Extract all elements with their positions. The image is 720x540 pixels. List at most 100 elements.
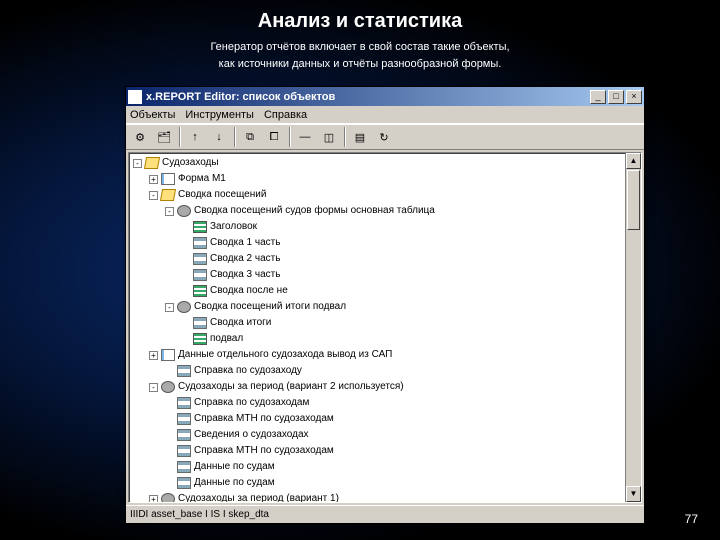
- toolbar-button-5[interactable]: ⧠: [263, 127, 285, 147]
- tree-node[interactable]: Данные по судам: [133, 459, 641, 475]
- tree-node[interactable]: Сводка 3 часть: [133, 267, 641, 283]
- tree-node[interactable]: - Судозаходы: [133, 155, 641, 171]
- doc-icon: [161, 349, 175, 361]
- collapse-icon[interactable]: -: [165, 303, 174, 312]
- scroll-up-icon[interactable]: ▲: [626, 153, 641, 169]
- tree-spacer: [165, 463, 174, 472]
- grid-icon: [177, 461, 191, 473]
- titlebar[interactable]: x.REPORT Editor: список объектов _ □ ×: [126, 87, 644, 106]
- tree-spacer: [181, 319, 190, 328]
- tree-node-label: Данные по судам: [194, 475, 275, 491]
- minimize-button[interactable]: _: [590, 90, 606, 104]
- tree-node[interactable]: + Данные отдельного судозахода вывод из С…: [133, 347, 641, 363]
- tree-node[interactable]: Сводка после не: [133, 283, 641, 299]
- toolbar-button-7[interactable]: ◫: [318, 127, 340, 147]
- collapse-icon[interactable]: -: [149, 191, 158, 200]
- tree-node-label: Заголовок: [210, 219, 257, 235]
- tree-spacer: [181, 223, 190, 232]
- tree-node[interactable]: -Сводка посещений: [133, 187, 641, 203]
- menu-tools[interactable]: Инструменты: [185, 109, 254, 121]
- tree-node[interactable]: Справка по судозаходам: [133, 395, 641, 411]
- tree-spacer: [165, 399, 174, 408]
- tree-node[interactable]: Данные по судам: [133, 475, 641, 491]
- folderopen-icon: [160, 189, 176, 201]
- tree-node[interactable]: Заголовок: [133, 219, 641, 235]
- tree-node-label: Данные по судам: [194, 459, 275, 475]
- slide-subtitle: Генератор отчётов включает в свой состав…: [0, 39, 720, 72]
- doc-icon: [161, 173, 175, 185]
- expand-icon[interactable]: +: [149, 495, 158, 504]
- collapse-icon[interactable]: -: [133, 159, 142, 168]
- tree-node[interactable]: Справка по судозаходу: [133, 363, 641, 379]
- slide-sub-line1: Генератор отчётов включает в свой состав…: [0, 39, 720, 56]
- scroll-thumb[interactable]: [627, 170, 640, 230]
- strip-icon: [193, 221, 207, 233]
- tree-node[interactable]: Сведения о судозаходах: [133, 427, 641, 443]
- tree-node[interactable]: Справка МТН по судозаходам: [133, 411, 641, 427]
- tree-node[interactable]: Сводка 2 часть: [133, 251, 641, 267]
- tree-node-label: Справка по судозаходам: [194, 395, 309, 411]
- toolbar-button-0[interactable]: ⚙: [129, 127, 151, 147]
- folderopen-icon: [144, 157, 160, 169]
- scrollbar-vertical[interactable]: ▲ ▼: [625, 153, 641, 502]
- grid-icon: [177, 397, 191, 409]
- app-window: x.REPORT Editor: список объектов _ □ × О…: [125, 86, 645, 524]
- tree-spacer: [165, 447, 174, 456]
- grid-icon: [177, 413, 191, 425]
- tree-node[interactable]: -Сводка посещений итоги подвал: [133, 299, 641, 315]
- tree-node[interactable]: Справка МТН по судозаходам: [133, 443, 641, 459]
- app-icon: [128, 90, 142, 104]
- toolbar: ⚙🗂 ↑↓ ⧉⧠ —◫ ▤↻: [126, 124, 644, 150]
- tree-node-label: Сводка итоги: [210, 315, 271, 331]
- tree-node-label: Судозаходы: [162, 155, 219, 171]
- toolbar-button-3[interactable]: ↓: [208, 127, 230, 147]
- menu-help[interactable]: Справка: [264, 109, 307, 121]
- tree-node-label: подвал: [210, 331, 243, 347]
- gear-icon: [177, 205, 191, 217]
- tree-panel: -Судозаходы+Форма M1-Сводка посещений-Св…: [128, 152, 642, 503]
- tree-node-label: Данные отдельного судозахода вывод из СА…: [178, 347, 392, 363]
- tree-node-label: Сводка 1 часть: [210, 235, 280, 251]
- grid-icon: [177, 429, 191, 441]
- expand-icon[interactable]: +: [149, 175, 158, 184]
- tree-node-label: Сводка посещений судов формы основная та…: [194, 203, 435, 219]
- grid-icon: [193, 237, 207, 249]
- tree-node[interactable]: подвал: [133, 331, 641, 347]
- tree-node-label: Судозаходы за период (вариант 2 использу…: [178, 379, 404, 395]
- toolbar-button-6[interactable]: —: [294, 127, 316, 147]
- gear-icon: [161, 493, 175, 503]
- menu-objects[interactable]: Объекты: [130, 109, 175, 121]
- tree-node[interactable]: Сводка итоги: [133, 315, 641, 331]
- expand-icon[interactable]: +: [149, 351, 158, 360]
- tree-node-label: Форма M1: [178, 171, 226, 187]
- grid-icon: [193, 317, 207, 329]
- close-button[interactable]: ×: [626, 90, 642, 104]
- toolbar-button-9[interactable]: ↻: [373, 127, 395, 147]
- toolbar-button-4[interactable]: ⧉: [239, 127, 261, 147]
- slide-title: Анализ и статистика: [0, 0, 720, 33]
- tree[interactable]: -Судозаходы+Форма M1-Сводка посещений-Св…: [129, 153, 641, 503]
- maximize-button[interactable]: □: [608, 90, 624, 104]
- tree-node-label: Справка МТН по судозаходам: [194, 411, 334, 427]
- tree-node-label: Справка МТН по судозаходам: [194, 443, 334, 459]
- statusbar: IIIDI asset_base I IS I skep_dta: [126, 505, 644, 523]
- tree-node-label: Сводка 3 часть: [210, 267, 280, 283]
- tree-node[interactable]: + Форма M1: [133, 171, 641, 187]
- tree-node[interactable]: - Судозаходы за период (вариант 2 использ…: [133, 379, 641, 395]
- tree-node[interactable]: Сводка 1 часть: [133, 235, 641, 251]
- tree-node-label: Сводка 2 часть: [210, 251, 280, 267]
- toolbar-button-2[interactable]: ↑: [184, 127, 206, 147]
- scroll-down-icon[interactable]: ▼: [626, 486, 641, 502]
- toolbar-button-1[interactable]: 🗂: [153, 127, 175, 147]
- tree-node[interactable]: +Судозаходы за период (вариант 1): [133, 491, 641, 503]
- strip-icon: [193, 285, 207, 297]
- grid-icon: [193, 253, 207, 265]
- grid-icon: [177, 477, 191, 489]
- collapse-icon[interactable]: -: [149, 383, 158, 392]
- collapse-icon[interactable]: -: [165, 207, 174, 216]
- tree-node[interactable]: - Сводка посещений судов формы основная т…: [133, 203, 641, 219]
- grid-icon: [177, 445, 191, 457]
- toolbar-button-8[interactable]: ▤: [349, 127, 371, 147]
- tree-spacer: [181, 255, 190, 264]
- tree-spacer: [181, 271, 190, 280]
